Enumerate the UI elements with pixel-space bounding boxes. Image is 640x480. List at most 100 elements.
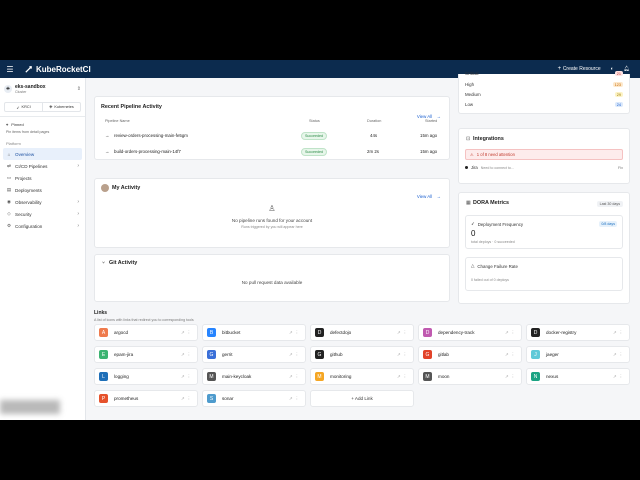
link-actions[interactable]: ↗⋮ bbox=[397, 352, 409, 358]
link-card-docker-registry[interactable]: Ddocker-registry ↗⋮ bbox=[526, 324, 630, 341]
tab-krci-label: KRCI bbox=[21, 105, 31, 109]
sidebar-item-configuration[interactable]: ⚙ Configuration › bbox=[3, 220, 82, 232]
menu-icon[interactable]: ☰ bbox=[2, 65, 18, 74]
cluster-selector[interactable]: ⎈ eks-sandbox Cluster ⇕ bbox=[0, 78, 85, 98]
more-vertical-icon[interactable]: ⋮ bbox=[295, 396, 301, 401]
link-actions[interactable]: ↗⋮ bbox=[505, 352, 517, 358]
link-actions[interactable]: ↗⋮ bbox=[505, 374, 517, 380]
link-card-monitoring[interactable]: Mmonitoring ↗⋮ bbox=[310, 368, 414, 385]
link-card-argocd[interactable]: Aargocd ↗⋮ bbox=[94, 324, 198, 341]
link-card-moon[interactable]: Mmoon ↗⋮ bbox=[418, 368, 522, 385]
pin-icon: ⌖ bbox=[6, 122, 9, 127]
more-vertical-icon[interactable]: ⋮ bbox=[295, 352, 301, 357]
link-actions[interactable]: ↗⋮ bbox=[181, 396, 193, 402]
more-vertical-icon[interactable]: ⋮ bbox=[511, 352, 517, 357]
links-section: Links A list of icons with links that re… bbox=[94, 308, 634, 420]
status-badge: Succeeded bbox=[301, 148, 327, 156]
change-failure-rate-metric: △ Change Failure Rate 0 failed out of 0 d… bbox=[465, 257, 623, 291]
app-logo[interactable]: KubeRocketCI bbox=[24, 65, 91, 74]
link-card-dependency-track[interactable]: Ddependency-track ↗⋮ bbox=[418, 324, 522, 341]
link-card-bitbucket[interactable]: Bbitbucket ↗⋮ bbox=[202, 324, 306, 341]
severity-label: Low bbox=[465, 102, 474, 107]
tab-krci[interactable]: ➶ KRCI bbox=[5, 103, 42, 111]
sidebar-item-overview[interactable]: ⌂ Overview bbox=[3, 148, 82, 160]
more-vertical-icon[interactable]: ⋮ bbox=[187, 352, 193, 357]
link-actions[interactable]: ↗⋮ bbox=[397, 330, 409, 336]
gitlab-icon: G bbox=[423, 350, 432, 359]
link-actions[interactable]: ↗⋮ bbox=[289, 330, 301, 336]
table-row[interactable]: → build-orders-processing-main-14f7 Succ… bbox=[95, 148, 449, 159]
link-card-logging[interactable]: Llogging ↗⋮ bbox=[94, 368, 198, 385]
kubernetes-icon: ⎈ bbox=[49, 105, 53, 109]
sonar-icon: S bbox=[207, 394, 216, 403]
more-vertical-icon[interactable]: ⋮ bbox=[619, 330, 625, 335]
nexus-icon: N bbox=[531, 372, 540, 381]
sidebar-item-deployments[interactable]: ▤ Deployments bbox=[3, 184, 82, 196]
link-card-github[interactable]: Ggithub ↗⋮ bbox=[310, 346, 414, 363]
metric-value: 0 bbox=[471, 229, 476, 238]
warning-icon: △ bbox=[471, 263, 475, 268]
severity-row-high: High 123 bbox=[465, 82, 623, 87]
link-card-prometheus[interactable]: Pprometheus ↗⋮ bbox=[94, 390, 198, 407]
bell-icon[interactable]: 🔔︎ bbox=[624, 66, 630, 72]
jira-icon: E bbox=[99, 350, 108, 359]
defectdojo-icon: D bbox=[315, 328, 324, 337]
pipeline-name: review-orders-processing-main-fe5gm bbox=[114, 133, 188, 138]
fix-link[interactable]: Fix bbox=[618, 166, 623, 170]
more-vertical-icon[interactable]: ⋮ bbox=[511, 374, 517, 379]
link-card-main-keycloak[interactable]: Mmain-keycloak ↗⋮ bbox=[202, 368, 306, 385]
more-vertical-icon[interactable]: ⋮ bbox=[619, 352, 625, 357]
link-actions[interactable]: ↗⋮ bbox=[613, 330, 625, 336]
link-actions[interactable]: ↗⋮ bbox=[181, 330, 193, 336]
more-vertical-icon[interactable]: ⋮ bbox=[403, 374, 409, 379]
link-actions[interactable]: ↗⋮ bbox=[397, 374, 409, 380]
jira-integration-row[interactable]: Jira Need to connect to... Fix bbox=[465, 165, 623, 170]
pipeline-icon: ⇄ bbox=[7, 163, 11, 168]
link-actions[interactable]: ↗⋮ bbox=[289, 374, 301, 380]
more-vertical-icon[interactable]: ⋮ bbox=[403, 352, 409, 357]
severity-label: Medium bbox=[465, 92, 481, 97]
link-card-epam-jira[interactable]: Eepam-jira ↗⋮ bbox=[94, 346, 198, 363]
tab-kubernetes[interactable]: ⎈ Kubernetes bbox=[42, 103, 80, 111]
link-card-gerrit[interactable]: Ggerrit ↗⋮ bbox=[202, 346, 306, 363]
sidebar-item-observability[interactable]: ◉ Observability › bbox=[3, 196, 82, 208]
table-row[interactable]: → review-orders-processing-main-fe5gm Su… bbox=[95, 132, 449, 143]
period-badge[interactable]: Last 30 days bbox=[596, 201, 623, 207]
link-name: github bbox=[330, 352, 343, 357]
prometheus-icon: P bbox=[99, 394, 108, 403]
link-actions[interactable]: ↗⋮ bbox=[181, 374, 193, 380]
more-vertical-icon[interactable]: ⋮ bbox=[295, 374, 301, 379]
severity-label: Critical bbox=[465, 71, 479, 76]
link-card-jaeger[interactable]: Jjaeger ↗⋮ bbox=[526, 346, 630, 363]
activity-view-all-link[interactable]: View All → bbox=[417, 185, 441, 203]
plug-icon: ⊡ bbox=[466, 136, 471, 142]
sidebar-item-security[interactable]: ◇ Security › bbox=[3, 208, 82, 220]
argocd-icon: A bbox=[99, 328, 108, 337]
metric-badge: 0/8 days bbox=[599, 221, 617, 227]
more-vertical-icon[interactable]: ⋮ bbox=[187, 374, 193, 379]
link-card-defectdojo[interactable]: Ddefectdojo ↗⋮ bbox=[310, 324, 414, 341]
sidebar-item-projects[interactable]: ▭ Projects bbox=[3, 172, 82, 184]
sidebar-item-cicd-pipelines[interactable]: ⇄ CI/CD Pipelines › bbox=[3, 160, 82, 172]
more-vertical-icon[interactable]: ⋮ bbox=[619, 374, 625, 379]
link-actions[interactable]: ↗⋮ bbox=[289, 396, 301, 402]
severity-count: 24 bbox=[614, 102, 623, 107]
more-vertical-icon[interactable]: ⋮ bbox=[511, 330, 517, 335]
severity-count: 29 bbox=[614, 92, 623, 97]
link-card-sonar[interactable]: Ssonar ↗⋮ bbox=[202, 390, 306, 407]
more-vertical-icon[interactable]: ⋮ bbox=[187, 330, 193, 335]
more-vertical-icon[interactable]: ⋮ bbox=[187, 396, 193, 401]
link-actions[interactable]: ↗⋮ bbox=[613, 352, 625, 358]
app-name: KubeRocketCI bbox=[36, 64, 91, 74]
link-actions[interactable]: ↗⋮ bbox=[613, 374, 625, 380]
more-vertical-icon[interactable]: ⋮ bbox=[295, 330, 301, 335]
link-actions[interactable]: ↗⋮ bbox=[181, 352, 193, 358]
more-vertical-icon[interactable]: ⋮ bbox=[403, 330, 409, 335]
integrations-card: ⊡ Integrations ⚠ 1 of 8 need attention Ji… bbox=[458, 128, 630, 184]
link-card-nexus[interactable]: Nnexus ↗⋮ bbox=[526, 368, 630, 385]
link-actions[interactable]: ↗⋮ bbox=[289, 352, 301, 358]
link-card-gitlab[interactable]: Ggitlab ↗⋮ bbox=[418, 346, 522, 363]
link-actions[interactable]: ↗⋮ bbox=[505, 330, 517, 336]
git-icon: ⑂ bbox=[102, 260, 106, 266]
add-link-button[interactable]: + Add Link bbox=[310, 390, 414, 407]
